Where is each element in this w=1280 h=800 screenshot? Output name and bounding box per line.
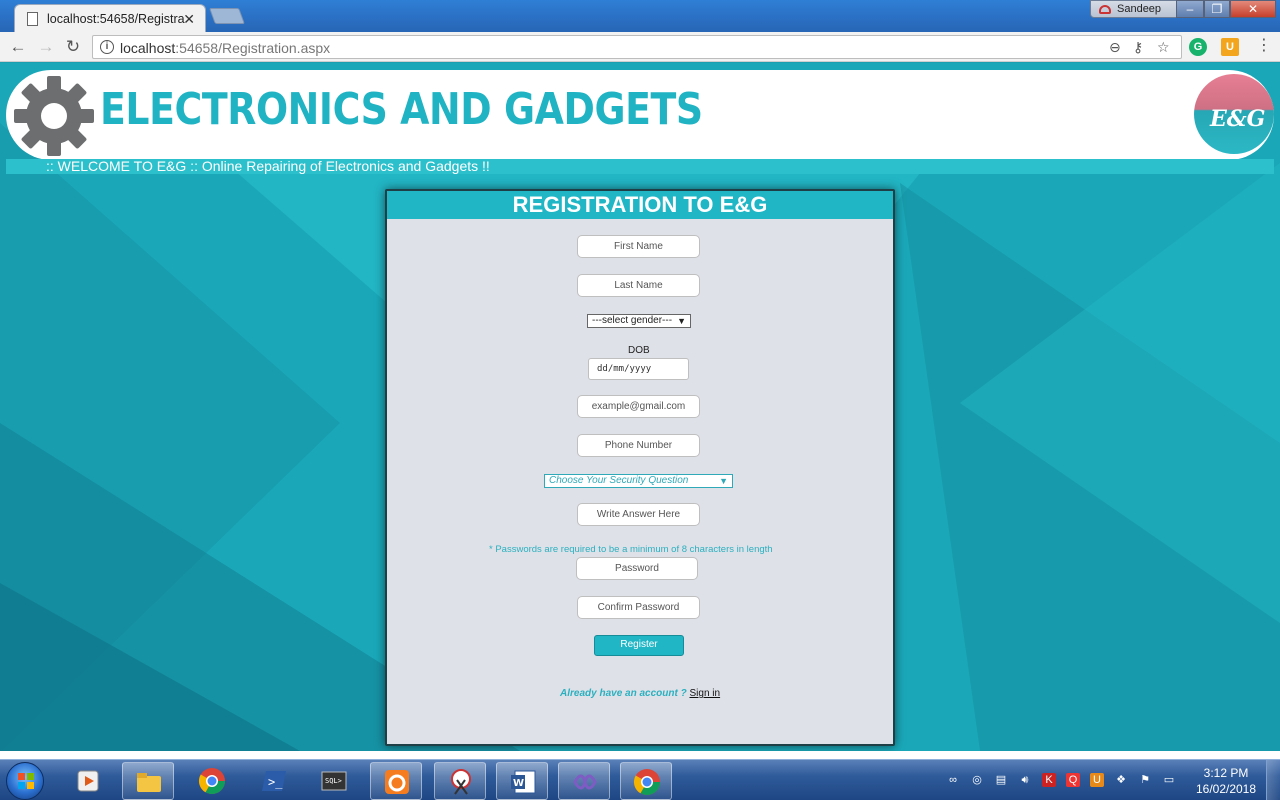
reload-icon[interactable]: ↻ [63, 37, 83, 57]
email-input[interactable]: example@gmail.com [577, 395, 700, 418]
system-clock[interactable]: 3:12 PM 16/02/2018 [1190, 765, 1262, 797]
dob-date-input[interactable]: dd/mm/yyyy [588, 358, 689, 380]
gender-select[interactable]: ---select gender--- ▼ [587, 314, 691, 328]
zoom-icon[interactable]: ⊖ [1109, 39, 1121, 56]
tray-antivirus-icon[interactable]: K [1042, 773, 1056, 787]
profile-button[interactable]: Sandeep [1090, 0, 1180, 18]
browser-toolbar: ← → ↻ i localhost:54658/Registration.asp… [0, 32, 1280, 62]
welcome-marquee: :: WELCOME TO E&G :: Online Repairing of… [46, 158, 490, 174]
site-brand-title: ELECTRONICS AND GADGETS [100, 84, 703, 135]
media-player-icon [77, 770, 99, 792]
url-text[interactable]: localhost:54658/Registration.aspx [120, 40, 330, 56]
tray-display-icon[interactable]: ▭ [1162, 773, 1176, 787]
dob-label: DOB [628, 345, 650, 356]
info-icon[interactable]: i [100, 40, 114, 54]
registration-card: REGISTRATION TO E&G First Name Last Name… [385, 189, 895, 746]
taskbar-media-player[interactable] [62, 762, 114, 800]
dropdown-arrow-icon: ▼ [719, 476, 728, 486]
registration-title: REGISTRATION TO E&G [387, 191, 893, 219]
site-header: ELECTRONICS AND GADGETS E&G [6, 70, 1274, 160]
snipping-tool-icon [451, 769, 471, 795]
taskbar-sql-plus[interactable]: SQL> [308, 762, 360, 800]
tray-wifi-icon[interactable]: ◎ [970, 773, 984, 787]
tray-flag-icon[interactable]: ⚑ [1138, 773, 1152, 787]
bookmark-star-icon[interactable]: ☆ [1157, 39, 1170, 56]
windows-logo-icon [18, 773, 34, 789]
visual-studio-icon [573, 774, 597, 790]
security-answer-input[interactable]: Write Answer Here [577, 503, 700, 526]
back-arrow-icon[interactable]: ← [8, 37, 28, 57]
already-account-text: Already have an account ? Sign in [560, 688, 721, 699]
confirm-password-input[interactable]: Confirm Password [577, 596, 700, 619]
restore-button[interactable]: ❐ [1204, 0, 1230, 18]
profile-name: Sandeep [1117, 3, 1162, 15]
page-viewport: ELECTRONICS AND GADGETS E&G :: WELCOME T… [0, 63, 1280, 751]
browser-titlebar: localhost:54658/Registra ✕ Sandeep – ❐ ✕ [0, 0, 1280, 32]
tray-search-tool-icon[interactable]: Q [1066, 773, 1080, 787]
file-explorer-icon [137, 773, 161, 792]
taskbar-chrome-active[interactable] [620, 762, 672, 800]
grammarly-icon[interactable]: G [1189, 38, 1207, 56]
last-name-input[interactable]: Last Name [577, 274, 700, 297]
first-name-input[interactable]: First Name [577, 235, 700, 258]
clock-time: 3:12 PM [1203, 766, 1249, 780]
word-icon: W [511, 770, 536, 794]
user-icon [1099, 5, 1111, 14]
gear-icon [14, 76, 94, 156]
page-icon [27, 12, 38, 26]
start-button[interactable] [6, 762, 44, 800]
taskbar-file-explorer[interactable] [122, 762, 174, 800]
chrome-active-icon [633, 769, 661, 796]
taskbar-word[interactable]: W [496, 762, 548, 800]
svg-text:W: W [513, 778, 524, 789]
tray-app-icon[interactable]: U [1090, 773, 1104, 787]
browser-tab[interactable]: localhost:54658/Registra ✕ [14, 4, 206, 32]
address-bar[interactable]: i localhost:54658/Registration.aspx ⊖ ⚷ … [92, 35, 1182, 59]
new-tab-button[interactable] [209, 8, 245, 24]
tray-infinity-icon[interactable]: ∞ [946, 773, 960, 787]
close-window-button[interactable]: ✕ [1230, 0, 1276, 18]
taskbar-chrome[interactable] [186, 762, 238, 800]
powershell-icon: >_ [262, 771, 286, 791]
security-question-selected-value: Choose Your Security Question [549, 475, 689, 486]
close-tab-icon[interactable]: ✕ [183, 11, 195, 28]
security-question-select[interactable]: Choose Your Security Question ▼ [544, 474, 733, 488]
uc-browser-icon [385, 770, 409, 794]
svg-text:SQL>: SQL> [325, 777, 342, 785]
taskbar-powershell[interactable]: >_ [248, 762, 300, 800]
page-bottom-strip [0, 751, 1280, 759]
register-button[interactable]: Register [594, 635, 684, 656]
svg-text:>_: >_ [268, 775, 283, 789]
gender-selected-value: ---select gender--- [592, 315, 673, 326]
clock-date: 16/02/2018 [1195, 782, 1257, 796]
sign-in-link[interactable]: Sign in [690, 688, 721, 699]
taskbar-visual-studio[interactable] [558, 762, 610, 800]
menu-icon[interactable]: ⋮ [1256, 38, 1272, 54]
tray-network-icon[interactable]: ▤ [994, 773, 1008, 787]
forward-arrow-icon[interactable]: → [36, 37, 56, 57]
minimize-button[interactable]: – [1176, 0, 1204, 18]
chrome-icon [198, 768, 226, 795]
key-icon[interactable]: ⚷ [1133, 39, 1143, 56]
extension-icon[interactable]: U [1221, 38, 1239, 56]
tray-dropbox-icon[interactable]: ❖ [1114, 773, 1128, 787]
taskbar-snipping-tool[interactable] [434, 762, 486, 800]
sql-plus-icon: SQL> [321, 771, 347, 791]
windows-taskbar: >_ SQL> W ∞ ◎ ▤ 🔊︎ K Q U ❖ ⚑ ▭ 3:12 PM 1… [0, 759, 1280, 800]
dropdown-arrow-icon: ▼ [677, 316, 686, 326]
logo-text: E&G [1210, 106, 1266, 132]
password-input[interactable]: Password [576, 557, 698, 580]
show-desktop-button[interactable] [1266, 760, 1280, 800]
taskbar-uc-browser[interactable] [370, 762, 422, 800]
tab-title: localhost:54658/Registra [47, 12, 185, 26]
tray-volume-icon[interactable]: 🔊︎ [1018, 773, 1032, 787]
password-hint: * Passwords are required to be a minimum… [489, 544, 773, 555]
phone-input[interactable]: Phone Number [577, 434, 700, 457]
